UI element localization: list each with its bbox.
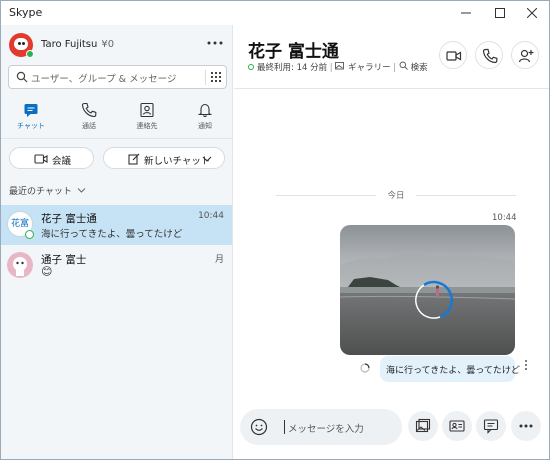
tab-contacts-label: 連絡先 (136, 122, 158, 130)
chat-list-item[interactable]: 花富 花子 富士通 10:44 海に行ってきたよ、曇ってたけど (1, 205, 232, 245)
send-contact-button[interactable] (442, 411, 472, 441)
title-bar: Skype (1, 1, 549, 25)
composer-placeholder: メッセージを入力 (288, 424, 364, 435)
recent-chats-header[interactable]: 最近のチャット (9, 184, 86, 197)
search-icon (16, 71, 28, 83)
add-people-button[interactable] (511, 41, 539, 69)
meeting-label: 会議 (52, 156, 72, 167)
message-composer[interactable]: メッセージを入力 (240, 409, 402, 445)
contact-avatar (7, 252, 33, 278)
last-seen: 最終利用: 14 分前 (257, 63, 328, 73)
find-icon (399, 61, 408, 70)
compose-icon (128, 153, 140, 165)
video-meeting-icon (34, 154, 48, 164)
chat-preview: 😊 (41, 265, 53, 278)
skype-window: Skype Taro Fujitsu ¥0 ユーザー、グループ & メッセージ … (0, 0, 550, 460)
more-icon (519, 424, 533, 428)
new-chat-label: 新しいチャット (144, 156, 211, 167)
minimize-icon (461, 12, 471, 14)
online-status-icon (248, 64, 254, 70)
emoji-icon[interactable] (250, 418, 268, 436)
presence-indicator (25, 230, 34, 239)
gallery-link[interactable]: ギャラリー (348, 63, 391, 73)
conversation-subtitle: 最終利用: 14 分前 | ギャラリー | 検索 (248, 61, 428, 73)
chat-time: 10:44 (198, 211, 224, 221)
recent-chats-label: 最近のチャット (9, 187, 72, 197)
profile-info[interactable]: Taro Fujitsu ¥0 (41, 39, 114, 50)
minimize-button[interactable] (449, 1, 483, 25)
media-gallery-icon (415, 418, 431, 433)
tab-chat-label: チャット (17, 122, 45, 130)
video-call-button[interactable] (439, 41, 467, 69)
more-composer-options-button[interactable] (511, 411, 541, 441)
conversation-pane: 花子 富士通 最終利用: 14 分前 | ギャラリー | 検索 今日 10:44… (234, 25, 549, 459)
new-chat-button[interactable]: 新しいチャット (103, 147, 225, 169)
window-title: Skype (9, 6, 43, 19)
photo-attachment[interactable] (340, 225, 515, 355)
close-button[interactable] (515, 1, 549, 25)
beach-photo (340, 225, 515, 355)
text-caret (284, 420, 285, 434)
message-text: 海に行ってきたよ、曇ってたけど (386, 366, 520, 376)
comment-button[interactable] (476, 411, 506, 441)
message-more-icon[interactable] (524, 359, 528, 371)
close-icon (527, 8, 537, 18)
tab-chat[interactable]: チャット (2, 99, 60, 139)
search-box[interactable]: ユーザー、グループ & メッセージ (8, 65, 227, 89)
tab-notifications-label: 通知 (198, 122, 212, 130)
phone-icon (81, 102, 97, 118)
maximize-icon (495, 8, 505, 18)
profile-name: Taro Fujitsu (41, 39, 98, 50)
search-placeholder: ユーザー、グループ & メッセージ (31, 74, 177, 85)
conversation-title[interactable]: 花子 富士通 (248, 37, 339, 62)
chat-icon (24, 104, 38, 117)
message-time: 10:44 (492, 213, 517, 223)
chat-name: 花子 富士通 (41, 213, 97, 225)
video-camera-icon (446, 51, 462, 61)
chat-list-item[interactable]: 通子 富士 月 😊 (1, 246, 232, 286)
tab-notifications[interactable]: 通知 (176, 99, 234, 139)
gallery-icon (335, 62, 345, 70)
tab-contacts[interactable]: 連絡先 (118, 99, 176, 139)
meeting-button[interactable]: 会議 (9, 147, 94, 169)
sending-spinner-icon (360, 363, 370, 373)
chat-time: 月 (214, 255, 224, 265)
conversation-header: 花子 富士通 最終利用: 14 分前 | ギャラリー | 検索 (234, 25, 549, 89)
online-status-dot (26, 50, 34, 58)
dialpad-icon[interactable] (210, 71, 222, 84)
phone-icon (482, 48, 498, 64)
avatar-character-icon (13, 257, 27, 276)
tab-calls-label: 通話 (82, 122, 96, 130)
sidebar: Taro Fujitsu ¥0 ユーザー、グループ & メッセージ チャット 通… (1, 25, 233, 459)
tab-calls[interactable]: 通話 (60, 99, 118, 139)
send-media-button[interactable] (408, 411, 438, 441)
contact-card-icon (449, 420, 465, 432)
bell-icon (197, 103, 213, 118)
comment-icon (483, 419, 499, 434)
chat-preview: 海に行ってきたよ、曇ってたけど (41, 229, 183, 240)
message-bubble[interactable]: 海に行ってきたよ、曇ってたけど (380, 356, 520, 382)
find-link[interactable]: 検索 (411, 63, 428, 73)
date-divider: 今日 (376, 189, 416, 201)
maximize-button[interactable] (483, 1, 517, 25)
add-person-icon (518, 49, 534, 63)
chevron-down-icon (202, 156, 212, 162)
profile-credit: ¥0 (101, 39, 115, 50)
contacts-icon (140, 102, 154, 118)
chevron-down-icon (77, 188, 86, 193)
nav-tabs: チャット 通話 連絡先 通知 (1, 99, 233, 139)
audio-call-button[interactable] (475, 41, 503, 69)
more-options-icon[interactable] (205, 35, 225, 51)
